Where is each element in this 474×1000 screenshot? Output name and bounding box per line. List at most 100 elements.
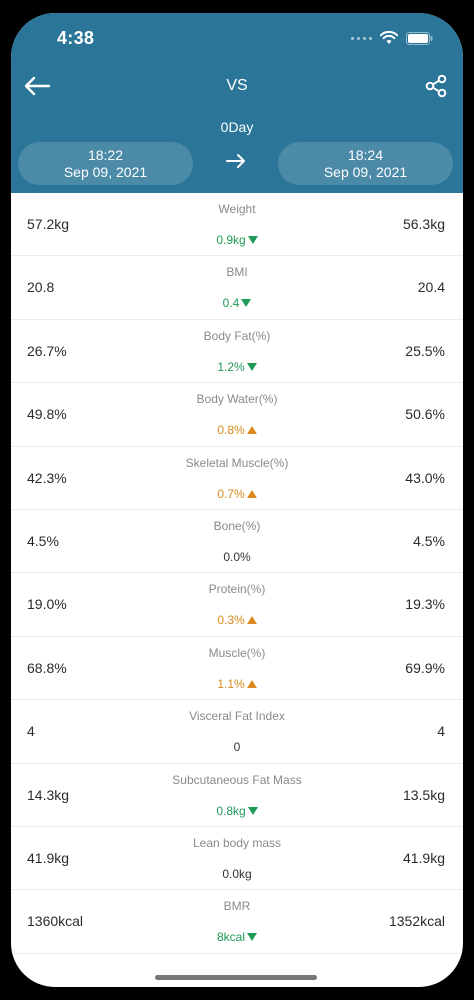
metric-row: BMI 20.8 20.4 0.4 bbox=[11, 256, 463, 320]
metric-start-value: 42.3% bbox=[27, 469, 67, 486]
metric-end-value: 50.6% bbox=[405, 406, 445, 423]
decrease-triangle-icon bbox=[247, 933, 257, 942]
home-indicator bbox=[155, 975, 317, 980]
metric-start-value: 49.8% bbox=[27, 406, 67, 423]
metric-label: Body Fat(%) bbox=[203, 328, 271, 343]
metric-difference: 0.9kg bbox=[11, 233, 463, 247]
metric-label: BMR bbox=[223, 899, 251, 914]
end-date: Sep 09, 2021 bbox=[323, 164, 408, 180]
metric-row: Visceral Fat Index 4 4 0 bbox=[11, 700, 463, 764]
metric-label: Bone(%) bbox=[213, 518, 261, 533]
metric-label: Protein(%) bbox=[208, 582, 266, 597]
metric-label: Visceral Fat Index bbox=[189, 709, 285, 724]
start-time: 18:22 bbox=[87, 147, 124, 163]
metric-row: Skeletal Muscle(%) 42.3% 43.0% 0.7% bbox=[11, 447, 463, 510]
metric-difference: 8kcal bbox=[11, 930, 463, 944]
metric-label: Subcutaneous Fat Mass bbox=[172, 772, 302, 787]
metric-label: Weight bbox=[218, 202, 256, 216]
metric-difference-value: 0.9kg bbox=[216, 233, 246, 247]
metric-row: Muscle(%) 68.8% 69.9% 1.1% bbox=[11, 637, 463, 701]
phone-screen: 4:38 VS 0Day 18:22 Sep 09, 2021 18:24 Se… bbox=[11, 13, 463, 987]
end-date-selector[interactable]: 18:24 Sep 09, 2021 bbox=[278, 142, 453, 185]
metric-row: Bone(%) 4.5% 4.5% 0.0% bbox=[11, 510, 463, 574]
metric-difference: 1.2% bbox=[11, 360, 463, 374]
metric-difference-value: 1.1% bbox=[217, 676, 245, 691]
arrow-right-icon bbox=[226, 154, 245, 168]
metric-difference-value: 0.0% bbox=[223, 549, 251, 564]
metric-end-value: 69.9% bbox=[405, 659, 445, 676]
metric-start-value: 68.8% bbox=[27, 659, 67, 676]
increase-triangle-icon bbox=[246, 426, 257, 435]
metric-end-value: 13.5kg bbox=[402, 786, 445, 803]
metric-difference: 0.4 bbox=[11, 296, 463, 310]
metric-difference: 0 bbox=[11, 740, 463, 754]
duration-label: 0Day bbox=[220, 119, 254, 135]
metric-row: Body Water(%) 49.8% 50.6% 0.8% bbox=[11, 383, 463, 447]
signal-icon bbox=[351, 36, 372, 40]
page-title: VS bbox=[226, 77, 248, 94]
metrics-list: Weight 57.2kg 56.3kg 0.9kg BMI 20.8 20.4 0.4 Bod… bbox=[11, 193, 463, 954]
metric-difference-value: 0.7% bbox=[217, 486, 245, 501]
metric-difference-value: 0.8kg bbox=[216, 803, 246, 818]
metric-difference-value: 0.3% bbox=[217, 613, 245, 628]
metric-start-value: 26.7% bbox=[27, 342, 67, 359]
metric-end-value: 25.5% bbox=[405, 342, 445, 359]
metric-label: Skeletal Muscle(%) bbox=[185, 455, 289, 470]
metric-difference: 0.8kg bbox=[11, 804, 463, 818]
metric-difference: 0.8% bbox=[11, 423, 463, 437]
metric-difference: 0.0% bbox=[11, 550, 463, 564]
metric-start-value: 1360kcal bbox=[27, 913, 84, 930]
metric-end-value: 4.5% bbox=[413, 532, 445, 549]
metric-row: Subcutaneous Fat Mass 14.3kg 13.5kg 0.8kg bbox=[11, 764, 463, 827]
start-date: Sep 09, 2021 bbox=[63, 164, 148, 180]
wifi-icon bbox=[380, 31, 398, 44]
metric-difference: 0.0kg bbox=[11, 867, 463, 881]
decrease-triangle-icon bbox=[246, 362, 257, 371]
metric-end-value: 4 bbox=[437, 723, 445, 740]
metric-row: Protein(%) 19.0% 19.3% 0.3% bbox=[11, 573, 463, 637]
start-date-selector[interactable]: 18:22 Sep 09, 2021 bbox=[18, 142, 193, 185]
metric-end-value: 20.4 bbox=[417, 279, 445, 296]
battery-icon bbox=[406, 31, 433, 45]
metric-start-value: 4 bbox=[27, 723, 35, 740]
metric-start-value: 41.9kg bbox=[27, 849, 70, 866]
header: 4:38 VS 0Day 18:22 Sep 09, 2021 18:24 Se… bbox=[11, 13, 463, 193]
metric-row: Body Fat(%) 26.7% 25.5% 1.2% bbox=[11, 320, 463, 384]
increase-triangle-icon bbox=[246, 679, 257, 688]
metric-label: Lean body mass bbox=[192, 835, 282, 850]
metric-difference: 0.3% bbox=[11, 613, 463, 627]
metric-difference-value: 0.0kg bbox=[222, 866, 252, 881]
increase-triangle-icon bbox=[246, 616, 257, 625]
metric-start-value: 19.0% bbox=[27, 596, 67, 613]
metric-end-value: 1352kcal bbox=[388, 913, 445, 930]
metric-label: Muscle(%) bbox=[208, 645, 266, 660]
metric-end-value: 56.3kg bbox=[402, 216, 445, 232]
metric-row: Weight 57.2kg 56.3kg 0.9kg bbox=[11, 193, 463, 257]
decrease-triangle-icon bbox=[241, 299, 252, 308]
metric-difference: 1.1% bbox=[11, 677, 463, 691]
status-time: 4:38 bbox=[57, 28, 95, 48]
metric-end-value: 19.3% bbox=[405, 596, 445, 613]
metric-end-value: 41.9kg bbox=[402, 849, 445, 866]
metric-row: BMR 1360kcal 1352kcal 8kcal bbox=[11, 890, 463, 954]
decrease-triangle-icon bbox=[247, 236, 258, 244]
metric-start-value: 57.2kg bbox=[27, 216, 70, 232]
metric-difference-value: 0 bbox=[233, 740, 241, 755]
share-icon[interactable] bbox=[423, 73, 449, 99]
status-icons bbox=[351, 31, 433, 45]
metric-start-value: 14.3kg bbox=[27, 786, 70, 803]
metric-end-value: 43.0% bbox=[405, 469, 445, 486]
metric-row: Lean body mass 41.9kg 41.9kg 0.0kg bbox=[11, 827, 463, 891]
metric-difference-value: 8kcal bbox=[216, 930, 245, 945]
metric-start-value: 20.8 bbox=[27, 279, 55, 296]
end-time: 18:24 bbox=[347, 147, 384, 163]
metric-difference-value: 0.4 bbox=[222, 296, 240, 311]
metric-label: BMI bbox=[226, 265, 248, 280]
metric-difference: 0.7% bbox=[11, 487, 463, 501]
metric-difference-value: 0.8% bbox=[217, 423, 245, 438]
metric-difference-value: 1.2% bbox=[217, 359, 245, 374]
metric-label: Body Water(%) bbox=[196, 392, 278, 407]
decrease-triangle-icon bbox=[247, 806, 258, 815]
metric-start-value: 4.5% bbox=[27, 532, 59, 549]
increase-triangle-icon bbox=[246, 489, 257, 498]
